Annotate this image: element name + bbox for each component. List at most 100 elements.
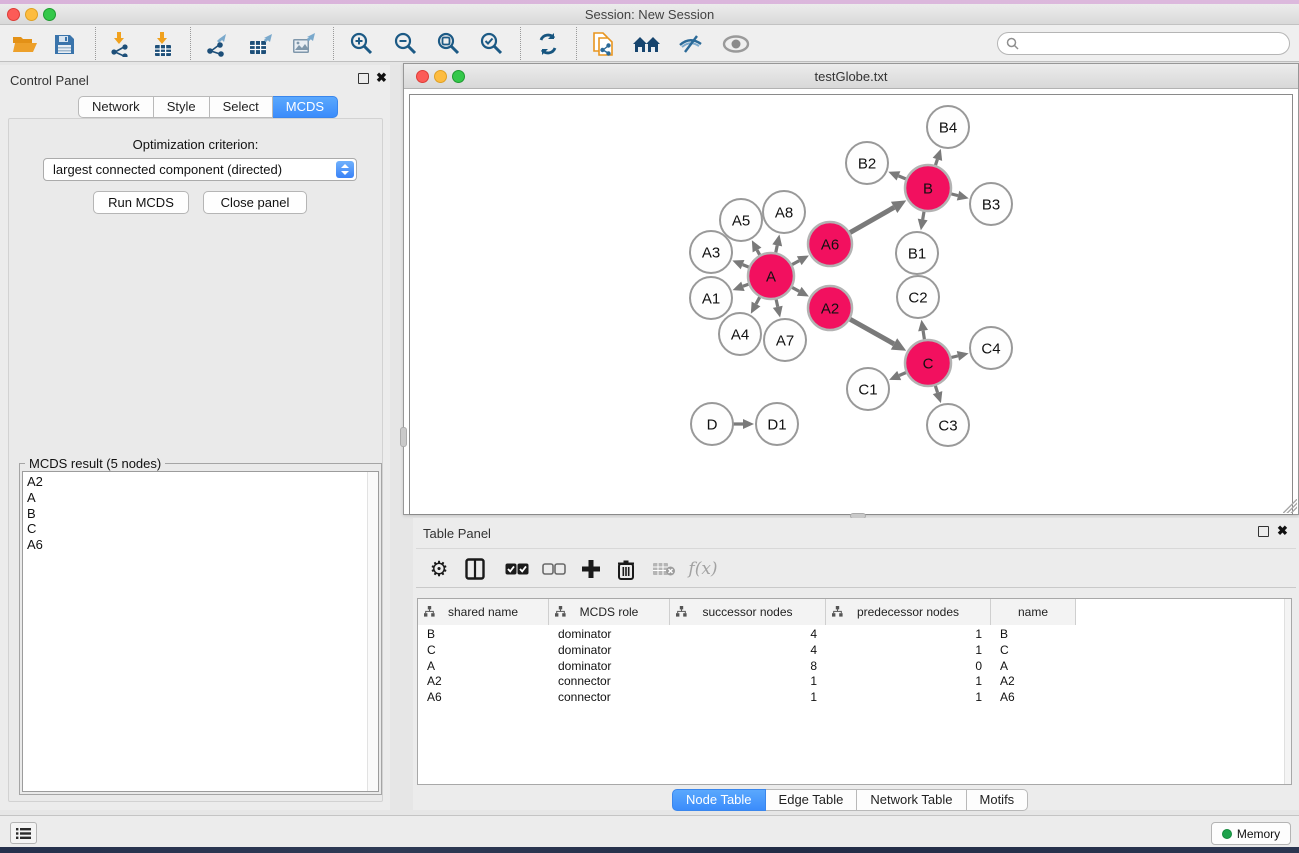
zoom-in-icon[interactable] (345, 29, 379, 59)
node-table[interactable]: shared nameMCDS rolesuccessor nodesprede… (417, 598, 1292, 785)
run-mcds-button[interactable]: Run MCDS (93, 191, 189, 214)
mcds-result-title: MCDS result (5 nodes) (25, 456, 165, 471)
node-label-B1: B1 (908, 246, 926, 263)
tab-select[interactable]: Select (210, 96, 273, 118)
tab-mcds[interactable]: MCDS (273, 96, 338, 118)
mcds-tab-content: Optimization criterion: largest connecte… (8, 118, 383, 802)
table-row[interactable]: Adominator80A (418, 659, 1283, 675)
export-table-icon[interactable] (244, 29, 278, 59)
node-label-B4: B4 (939, 120, 957, 137)
network-window-titlebar[interactable]: testGlobe.txt (404, 64, 1298, 89)
table-tab-edge-table[interactable]: Edge Table (766, 789, 858, 811)
arrowhead-icon (743, 419, 754, 429)
app-title: Session: New Session (0, 7, 1299, 22)
cell-MCDS-role: connector (549, 674, 670, 690)
canvas-vscroll-thumb[interactable] (400, 427, 407, 447)
table-panel-title: Table Panel (423, 526, 491, 541)
optimization-criterion-label: Optimization criterion: (9, 137, 382, 152)
result-item[interactable]: B (23, 506, 378, 522)
column-header-MCDS-role[interactable]: MCDS role (549, 599, 670, 625)
refresh-layout-icon[interactable] (531, 29, 565, 59)
table-settings-icon[interactable]: ⚙ (424, 554, 454, 584)
show-eye-icon[interactable] (719, 29, 753, 59)
app-titlebar[interactable]: Session: New Session (0, 4, 1299, 25)
result-item[interactable]: C (23, 521, 378, 537)
cell-MCDS-role: dominator (549, 659, 670, 675)
table-panel: Table Panel ✖ ⚙ f(x) shared nameMCDS rol… (413, 518, 1299, 810)
table-close-panel-icon[interactable]: ✖ (1277, 523, 1288, 539)
cell-predecessor-nodes: 1 (826, 674, 991, 690)
control-panel-tabs: NetworkStyleSelectMCDS (78, 96, 338, 118)
search-field[interactable] (997, 32, 1290, 55)
zoom-selected-icon[interactable] (475, 29, 509, 59)
tab-network[interactable]: Network (78, 96, 154, 118)
node-label-C4: C4 (981, 341, 1000, 358)
cell-successor-nodes: 4 (670, 627, 826, 643)
arrowhead-icon (933, 391, 943, 403)
arrowhead-icon (957, 351, 969, 361)
table-row[interactable]: Bdominator41B (418, 627, 1283, 643)
table-row[interactable]: A6connector11A6 (418, 690, 1283, 706)
open-file-icon[interactable] (8, 29, 42, 59)
save-session-icon[interactable] (47, 29, 81, 59)
zoom-out-icon[interactable] (389, 29, 423, 59)
table-tab-motifs[interactable]: Motifs (967, 789, 1029, 811)
network-window-title: testGlobe.txt (404, 69, 1298, 84)
home-icon[interactable] (630, 29, 664, 59)
network-view-window[interactable]: testGlobe.txt B4B2BB3A8A5A6A3B1AC2A1A2A4… (403, 63, 1299, 515)
delete-rows-icon[interactable] (611, 554, 641, 584)
table-tab-network-table[interactable]: Network Table (857, 789, 966, 811)
column-header-predecessor-nodes[interactable]: predecessor nodes (826, 599, 991, 625)
result-scrollbar[interactable] (367, 472, 378, 791)
close-panel-icon[interactable]: ✖ (376, 70, 387, 86)
control-panel: Control Panel ✖ NetworkStyleSelectMCDS O… (0, 65, 390, 810)
table-row[interactable]: A2connector11A2 (418, 674, 1283, 690)
tab-style[interactable]: Style (154, 96, 210, 118)
table-row[interactable]: Cdominator41C (418, 643, 1283, 659)
export-image-icon[interactable] (287, 29, 321, 59)
result-item[interactable]: A6 (23, 537, 378, 553)
hide-eye-icon[interactable] (674, 29, 708, 59)
dropdown-stepper-icon[interactable] (336, 161, 354, 178)
node-label-C: C (923, 356, 934, 373)
clone-network-icon[interactable] (587, 29, 621, 59)
cell-shared-name: A (418, 659, 549, 675)
task-history-button[interactable] (10, 822, 37, 844)
column-header-shared-name[interactable]: shared name (418, 599, 549, 625)
mcds-result-list[interactable]: A2ABCA6 (22, 471, 379, 792)
window-resize-grip-icon[interactable] (1283, 499, 1297, 513)
arrowhead-icon (957, 191, 969, 201)
show-columns-icon[interactable] (460, 554, 490, 584)
column-header-successor-nodes[interactable]: successor nodes (670, 599, 826, 625)
cell-name: A2 (991, 674, 1076, 690)
delete-table-icon[interactable] (649, 554, 679, 584)
optimization-criterion-select[interactable]: largest connected component (directed) (43, 158, 357, 181)
column-header-name[interactable]: name (991, 599, 1076, 625)
float-panel-icon[interactable] (358, 73, 369, 84)
node-label-C3: C3 (938, 418, 957, 435)
add-row-icon[interactable] (576, 554, 606, 584)
node-label-A5: A5 (732, 213, 750, 230)
network-canvas[interactable]: B4B2BB3A8A5A6A3B1AC2A1A2A4A7C4CC1C3DD1 (409, 94, 1293, 515)
table-tab-node-table[interactable]: Node Table (672, 789, 766, 811)
result-item[interactable]: A (23, 490, 378, 506)
table-scrollbar[interactable] (1284, 599, 1291, 784)
select-all-checks-icon[interactable] (502, 554, 532, 584)
close-panel-button[interactable]: Close panel (203, 191, 307, 214)
cell-name: A6 (991, 690, 1076, 706)
cell-MCDS-role: dominator (549, 627, 670, 643)
table-panel-tabs: Node TableEdge TableNetwork TableMotifs (672, 789, 1028, 811)
cell-predecessor-nodes: 1 (826, 643, 991, 659)
cell-MCDS-role: dominator (549, 643, 670, 659)
memory-button[interactable]: Memory (1211, 822, 1291, 845)
result-item[interactable]: A2 (23, 474, 378, 490)
cell-successor-nodes: 1 (670, 674, 826, 690)
deselect-all-checks-icon[interactable] (539, 554, 569, 584)
import-table-icon[interactable] (146, 29, 180, 59)
export-network-icon[interactable] (201, 29, 235, 59)
table-float-panel-icon[interactable] (1258, 526, 1269, 537)
zoom-fit-icon[interactable] (432, 29, 466, 59)
task-list-icon (16, 827, 31, 840)
search-input[interactable] (1019, 36, 1289, 51)
import-network-icon[interactable] (103, 29, 137, 59)
